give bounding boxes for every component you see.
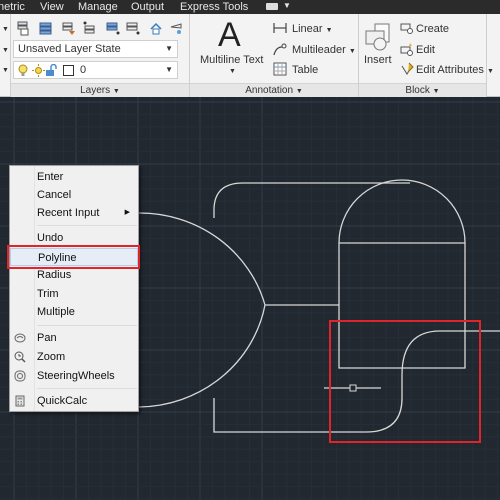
- tab-parametric[interactable]: netric: [0, 1, 25, 13]
- menu-item-cancel[interactable]: Cancel: [10, 186, 138, 204]
- tab-manage[interactable]: Manage: [78, 1, 118, 13]
- multileader-label: Multileader: [292, 44, 346, 56]
- edit-block-icon[interactable]: [400, 42, 414, 56]
- layer-state-dropdown[interactable]: Unsaved Layer State ▼: [13, 40, 178, 58]
- multileader-button[interactable]: Multileader ▼: [292, 44, 356, 56]
- menu-item-zoom[interactable]: Zoom: [10, 348, 138, 366]
- layer-isolate-icon[interactable]: [61, 20, 77, 36]
- create-block-icon[interactable]: [400, 22, 414, 34]
- tab-view[interactable]: View: [40, 1, 64, 13]
- current-layer-name: 0: [80, 64, 87, 76]
- chevron-down-icon: ▼: [112, 88, 120, 95]
- menu-item-enter[interactable]: Enter: [10, 168, 138, 186]
- linear-dimension-icon[interactable]: [273, 21, 287, 35]
- tab-express-tools[interactable]: Express Tools: [180, 1, 248, 13]
- panel-label: Block: [405, 85, 430, 96]
- layer-match-icon[interactable]: [105, 20, 121, 36]
- menu-item-pan[interactable]: Pan: [10, 329, 138, 347]
- dropdown-arrow-icon: ▼: [165, 44, 173, 53]
- edit-attributes-button[interactable]: Edit Attributes ▼: [416, 64, 494, 76]
- multileader-icon[interactable]: [273, 42, 287, 56]
- chevron-down-icon[interactable]: ▼: [229, 68, 236, 75]
- ribbon-tab-bar: netric View Manage Output Express Tools …: [0, 0, 500, 14]
- panel-divider: [486, 14, 487, 97]
- chevron-down-icon: ▼: [348, 48, 356, 55]
- submenu-arrow-icon: ▶: [124, 209, 130, 216]
- circle-arc: [138, 212, 266, 408]
- multiline-text-icon[interactable]: A: [218, 16, 241, 55]
- menu-separator: [37, 325, 137, 326]
- panel-label: Annotation: [245, 85, 294, 96]
- layer-state-value: Unsaved Layer State: [18, 43, 121, 55]
- menu-item-steeringwheels[interactable]: SteeringWheels: [10, 367, 138, 385]
- menu-item-label: Recent Input: [37, 207, 100, 219]
- context-menu: Enter Cancel Recent Input ▶ Undo Polylin…: [9, 165, 139, 412]
- annotation-panel-title[interactable]: Annotation ▼: [190, 83, 358, 97]
- layer-states-icon[interactable]: [38, 20, 54, 36]
- table-icon[interactable]: [273, 62, 287, 76]
- linear-button[interactable]: Linear ▼: [292, 23, 333, 35]
- insert-block-icon[interactable]: [363, 22, 393, 52]
- panel-label: Layers: [80, 85, 111, 96]
- chevron-down-icon: ▼: [295, 88, 303, 95]
- layer-off-icon[interactable]: [168, 20, 184, 36]
- autocad-window: netric View Manage Output Express Tools …: [0, 0, 500, 500]
- dropdown-arrow-icon: ▼: [165, 65, 173, 74]
- workspace-toggle-icon[interactable]: [266, 3, 278, 10]
- insert-button[interactable]: Insert: [364, 54, 392, 66]
- linear-label: Linear: [292, 23, 323, 35]
- lightbulb-icon[interactable]: [18, 64, 28, 77]
- chevron-down-icon[interactable]: ▼: [283, 1, 291, 10]
- edit-attributes-icon[interactable]: [400, 62, 414, 76]
- highlight-box-polyline: [7, 245, 140, 269]
- menu-item-recent-input[interactable]: Recent Input ▶: [10, 204, 138, 222]
- layer-walk-icon[interactable]: [81, 20, 97, 36]
- cutoff-panel: ▼ ▼ ▼: [2, 26, 9, 74]
- menu-separator: [37, 388, 137, 389]
- ribbon: ▼ ▼ ▼ Unsaved Layer State ▼ 0 ▼ Layers ▼: [0, 14, 500, 97]
- layer-color-swatch[interactable]: [63, 65, 74, 76]
- multiline-text-button[interactable]: Multiline Text: [200, 54, 263, 66]
- sun-icon[interactable]: [32, 64, 45, 77]
- layer-change-current-icon[interactable]: [125, 20, 141, 36]
- rounded-rectangle-shape: [213, 182, 410, 218]
- highlight-box-curve: [329, 320, 481, 443]
- chevron-down-icon: ▼: [486, 68, 494, 75]
- chevron-down-icon: ▼: [432, 88, 440, 95]
- layers-panel-title[interactable]: Layers ▼: [11, 83, 189, 97]
- block-panel-title[interactable]: Block ▼: [359, 83, 486, 97]
- layer-freeze-icon[interactable]: [148, 20, 164, 36]
- unlock-icon[interactable]: [45, 64, 58, 77]
- table-button[interactable]: Table: [292, 64, 318, 76]
- menu-item-quickcalc[interactable]: QuickCalc: [10, 392, 138, 410]
- menu-separator: [37, 225, 137, 226]
- create-button[interactable]: Create: [416, 23, 449, 35]
- chevron-down-icon: ▼: [325, 27, 333, 34]
- tab-output[interactable]: Output: [131, 1, 164, 13]
- layer-properties-icon[interactable]: [15, 20, 31, 36]
- layer-dropdown[interactable]: 0 ▼: [13, 61, 178, 79]
- edit-attributes-label: Edit Attributes: [416, 64, 484, 76]
- menu-item-trim[interactable]: Trim: [10, 285, 138, 303]
- menu-item-multiple[interactable]: Multiple: [10, 303, 138, 321]
- edit-button[interactable]: Edit: [416, 44, 435, 56]
